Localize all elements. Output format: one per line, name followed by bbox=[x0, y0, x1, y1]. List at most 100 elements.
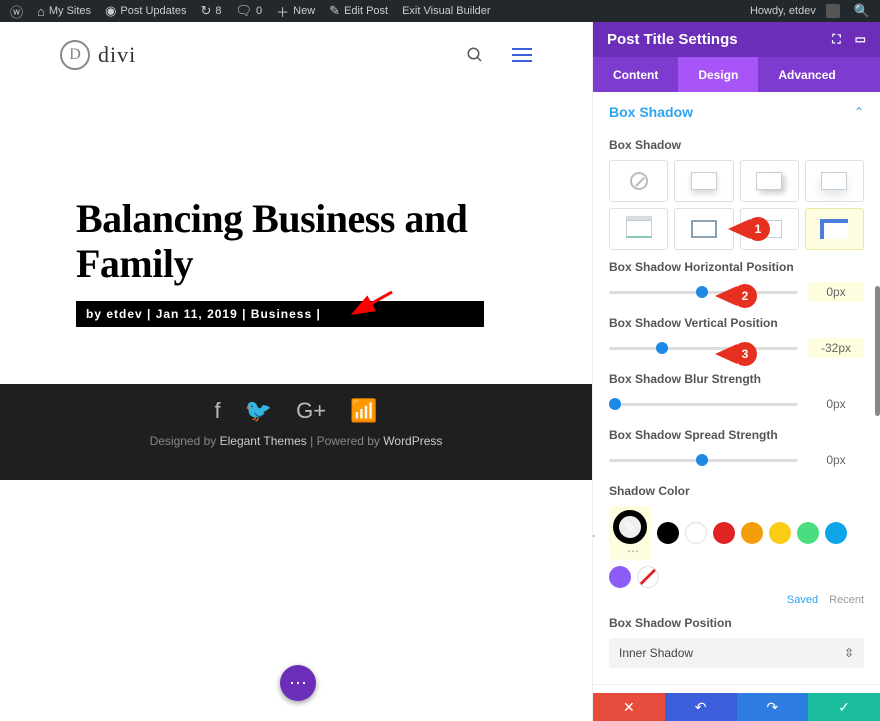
swatch-purple[interactable] bbox=[609, 566, 631, 588]
home-icon: ⌂ bbox=[37, 4, 45, 19]
preset-none[interactable] bbox=[609, 160, 668, 202]
twitter-icon[interactable]: 🐦 bbox=[245, 398, 272, 424]
blur-value[interactable]: 0px bbox=[808, 394, 864, 414]
edit-post-label: Edit Post bbox=[344, 5, 388, 17]
tab-design[interactable]: Design bbox=[678, 57, 758, 92]
swatch-transparent[interactable] bbox=[637, 566, 659, 588]
ellipsis-icon: ⋯ bbox=[289, 673, 307, 694]
howdy-label: Howdy, etdev bbox=[750, 5, 816, 17]
footer-designed-label: Designed by bbox=[150, 434, 220, 448]
my-sites-label: My Sites bbox=[49, 5, 91, 17]
post-updates-label: Post Updates bbox=[120, 5, 186, 17]
snap-icon[interactable]: ▭ bbox=[855, 32, 866, 47]
comment-icon: 🗨 bbox=[235, 3, 252, 19]
blur-slider[interactable] bbox=[609, 395, 798, 413]
preset-4[interactable] bbox=[805, 160, 864, 202]
wp-logo-menu[interactable]: ⓦ bbox=[4, 2, 29, 21]
tab-advanced[interactable]: Advanced bbox=[758, 57, 855, 92]
preset-3[interactable] bbox=[740, 160, 799, 202]
footer-wp-link[interactable]: WordPress bbox=[383, 434, 442, 448]
comments-menu[interactable]: 🗨0 bbox=[229, 3, 268, 19]
search-toggle[interactable]: 🔍 bbox=[848, 3, 876, 19]
preset-2[interactable] bbox=[674, 160, 733, 202]
exit-vb-link[interactable]: Exit Visual Builder bbox=[396, 5, 496, 17]
updates-count: 8 bbox=[215, 5, 221, 17]
site-header: D divi bbox=[0, 22, 592, 87]
redo-icon: ↷ bbox=[767, 699, 779, 716]
spread-slider[interactable] bbox=[609, 451, 798, 469]
dashboard-icon: ◉ bbox=[105, 3, 116, 19]
panel-footer: ✕ ↶ ↷ ✓ bbox=[593, 693, 880, 721]
panel-header: Post Title Settings ⛶ ▭ bbox=[593, 22, 880, 57]
edit-post-menu[interactable]: ✎Edit Post bbox=[323, 3, 394, 19]
facebook-icon[interactable]: f bbox=[215, 398, 221, 424]
divi-fab-button[interactable]: ⋯ bbox=[280, 665, 316, 701]
discard-button[interactable]: ✕ bbox=[593, 693, 665, 721]
swatch-tabs: Saved Recent bbox=[609, 594, 864, 606]
swatch-white[interactable] bbox=[685, 522, 707, 544]
avatar-icon bbox=[826, 4, 840, 18]
recent-colors-link[interactable]: Recent bbox=[829, 594, 864, 606]
googleplus-icon[interactable]: G+ bbox=[296, 398, 326, 424]
menu-burger-icon[interactable] bbox=[512, 48, 532, 62]
swatch-orange[interactable] bbox=[741, 522, 763, 544]
hpos-label: Box Shadow Horizontal Position bbox=[609, 260, 864, 274]
my-sites-menu[interactable]: ⌂ My Sites bbox=[31, 4, 97, 19]
scrollbar[interactable] bbox=[875, 286, 880, 416]
swatch-red[interactable] bbox=[713, 522, 735, 544]
hpos-value[interactable]: 0px bbox=[808, 282, 864, 302]
spread-value[interactable]: 0px bbox=[808, 450, 864, 470]
section-filters[interactable]: Filters ⌄ bbox=[593, 684, 880, 693]
select-value: Inner Shadow bbox=[619, 646, 693, 660]
undo-button[interactable]: ↶ bbox=[665, 693, 737, 721]
howdy-menu[interactable]: Howdy, etdev bbox=[744, 4, 846, 18]
color-picker-button[interactable]: ✎ bbox=[613, 510, 647, 544]
preset-8[interactable] bbox=[805, 208, 864, 250]
logo-mark: D bbox=[60, 40, 90, 70]
shadow-position-select[interactable]: Inner Shadow ⇳ bbox=[609, 638, 864, 668]
ellipsis-icon[interactable]: ⋯ bbox=[619, 544, 641, 558]
header-search-icon[interactable] bbox=[466, 46, 484, 64]
swatch-blue[interactable] bbox=[825, 522, 847, 544]
vpos-slider[interactable] bbox=[609, 339, 798, 357]
eyedropper-icon: ✎ bbox=[624, 519, 636, 536]
section-box-shadow-head[interactable]: Box Shadow ⌃ bbox=[609, 98, 864, 132]
rss-icon[interactable]: 📶 bbox=[350, 398, 377, 424]
post-content: Balancing Business and Family by etdev |… bbox=[0, 87, 592, 327]
save-button[interactable]: ✓ bbox=[808, 693, 880, 721]
saved-colors-link[interactable]: Saved bbox=[787, 594, 818, 606]
updates-menu[interactable]: ↻8 bbox=[194, 3, 227, 19]
box-shadow-label: Box Shadow bbox=[609, 138, 864, 152]
swatch-black[interactable] bbox=[657, 522, 679, 544]
undo-icon: ↶ bbox=[695, 699, 707, 716]
exit-vb-label: Exit Visual Builder bbox=[402, 5, 490, 17]
new-menu[interactable]: ＋ New bbox=[270, 2, 321, 21]
footer-powered-label: | Powered by bbox=[307, 434, 384, 448]
preset-7[interactable] bbox=[740, 208, 799, 250]
vpos-value[interactable]: -32px bbox=[808, 338, 864, 358]
swatch-yellow[interactable] bbox=[769, 522, 791, 544]
shadow-presets bbox=[609, 160, 864, 250]
preset-5[interactable] bbox=[609, 208, 668, 250]
none-icon bbox=[630, 172, 648, 190]
hpos-slider[interactable] bbox=[609, 283, 798, 301]
wordpress-icon: ⓦ bbox=[10, 2, 23, 21]
logo-text: divi bbox=[98, 42, 136, 68]
footer-et-link[interactable]: Elegant Themes bbox=[220, 434, 307, 448]
expand-icon[interactable]: ⛶ bbox=[832, 32, 840, 47]
tab-content[interactable]: Content bbox=[593, 57, 678, 92]
post-meta-bar: by etdev | Jan 11, 2019 | Business | bbox=[76, 301, 484, 327]
plus-icon: ＋ bbox=[276, 2, 289, 21]
new-label: New bbox=[293, 5, 315, 17]
spread-label: Box Shadow Spread Strength bbox=[609, 428, 864, 442]
redo-button[interactable]: ↷ bbox=[737, 693, 809, 721]
color-swatches: ✎ ⋯ bbox=[609, 506, 864, 588]
post-title: Balancing Business and Family bbox=[76, 197, 532, 287]
post-updates-menu[interactable]: ◉ Post Updates bbox=[99, 3, 192, 19]
site-logo[interactable]: D divi bbox=[60, 40, 136, 70]
swatch-green[interactable] bbox=[797, 522, 819, 544]
panel-title: Post Title Settings bbox=[607, 31, 738, 48]
preset-6[interactable] bbox=[674, 208, 733, 250]
selected-color-wrap: ✎ ⋯ bbox=[609, 506, 651, 560]
refresh-icon: ↻ bbox=[200, 3, 211, 19]
